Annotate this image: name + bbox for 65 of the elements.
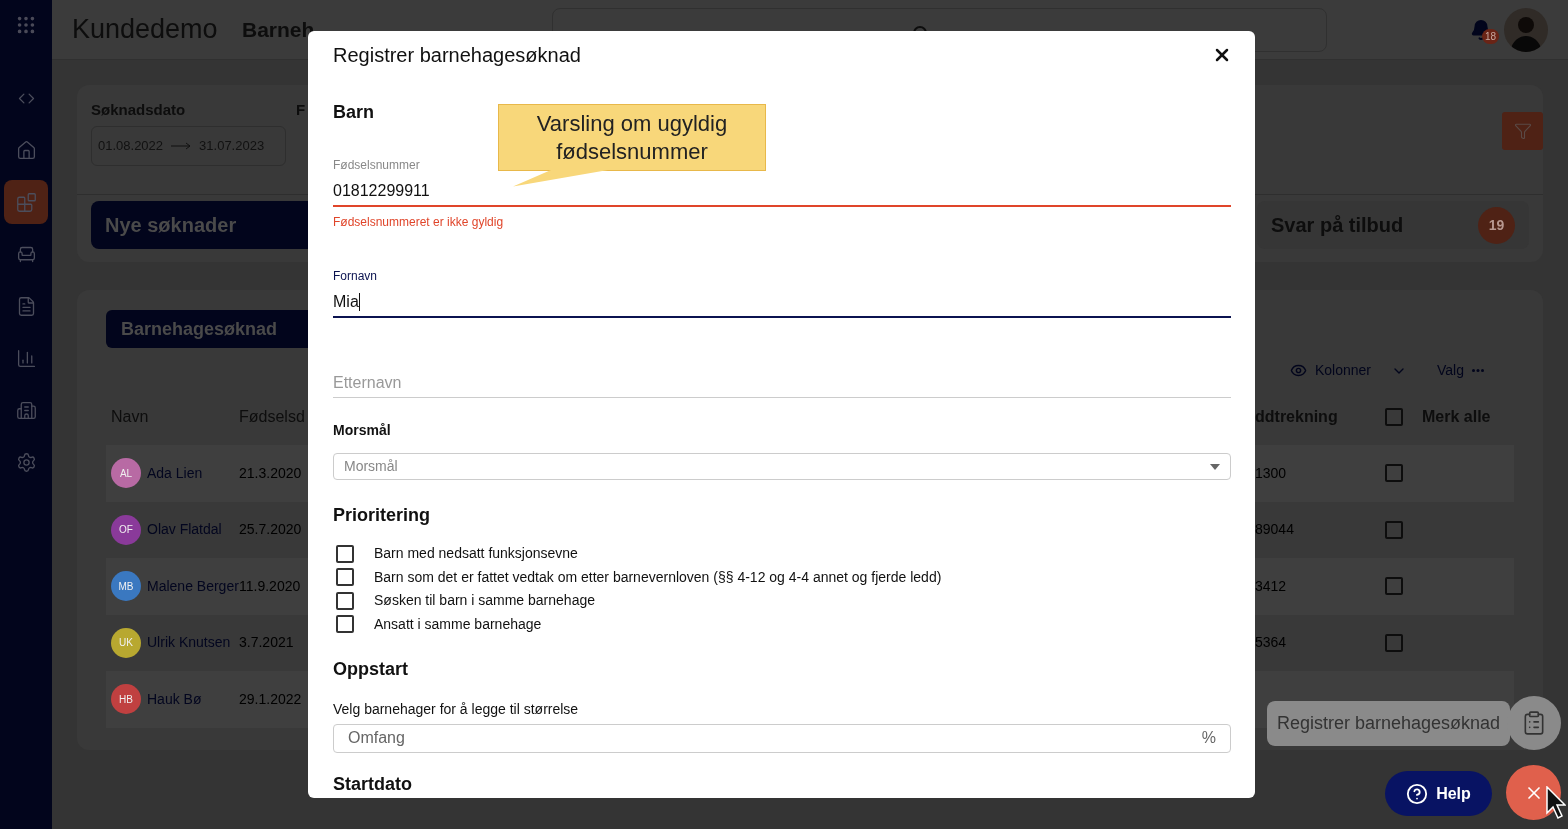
initials-avatar: OF	[111, 514, 141, 545]
checkbox-label: Barn med nedsatt funksjonsevne	[374, 544, 578, 564]
checkbox[interactable]	[1385, 633, 1403, 652]
field-label: Morsmål	[333, 421, 391, 441]
dialog-title: Registrer barnehagesøknad	[333, 43, 581, 69]
options-button[interactable]: Valg	[1437, 360, 1484, 381]
checkbox-label: Barn som det er fattet vedtak om etter barnevernloven (§§ 4-12 og 4-4 annet og fjerde ledd)	[374, 567, 942, 587]
settings-icon	[15, 451, 37, 473]
notification-count: 18	[1482, 28, 1500, 44]
table-cell: 89044	[1255, 521, 1294, 538]
action-tooltip: Registrer barnehagesøknad	[1267, 701, 1511, 746]
more-icon	[1472, 369, 1484, 372]
table-cell: 3412	[1255, 577, 1287, 594]
help-icon	[1406, 782, 1429, 805]
columns-button[interactable]: Kolonner	[1289, 360, 1407, 381]
search-icon	[912, 24, 927, 33]
initials-avatar: AL	[111, 458, 141, 489]
checkbox[interactable]	[336, 615, 354, 634]
bar-chart-icon	[15, 347, 37, 369]
section-heading: Barn	[333, 101, 374, 125]
count-badge: 19	[1478, 206, 1515, 244]
filter-icon	[1513, 122, 1532, 140]
help-button[interactable]: Help	[1385, 771, 1492, 816]
home-icon	[15, 139, 37, 161]
cursor-icon	[1546, 786, 1566, 820]
blocks-icon	[15, 191, 37, 213]
initials-avatar: UK	[111, 627, 141, 658]
language-select[interactable]: Morsmål	[333, 453, 1231, 480]
checkbox[interactable]	[1385, 408, 1403, 426]
checkbox[interactable]	[336, 568, 354, 587]
text-field[interactable]: Etternavn	[333, 348, 1231, 399]
checkbox[interactable]	[1385, 464, 1403, 483]
child-name-link[interactable]: Ada Lien	[147, 462, 203, 484]
user-avatar[interactable]	[1504, 8, 1548, 52]
checkbox-label: Søsken til barn i samme barnehage	[374, 591, 595, 611]
checkbox[interactable]	[336, 544, 354, 563]
section-heading: Oppstart	[333, 657, 408, 681]
scope-field[interactable]: Omfang %	[333, 723, 1231, 753]
eye-icon	[1289, 362, 1307, 379]
hint-text: Velg barnehager for å legge til størrelse	[333, 699, 579, 719]
table-cell: 1300	[1255, 464, 1287, 481]
initials-avatar: MB	[111, 571, 141, 602]
arrow-icon	[171, 141, 192, 150]
sidebar-item[interactable]	[4, 180, 48, 224]
table-cell: 5364	[1255, 634, 1287, 651]
checkbox[interactable]	[336, 591, 354, 610]
table-cell: 3.7.2021	[239, 634, 294, 651]
table-cell: 25.7.2020	[239, 521, 302, 538]
table-cell: 21.3.2020	[239, 464, 302, 481]
checkbox[interactable]	[1385, 577, 1403, 596]
building-icon	[15, 399, 37, 421]
section-heading: Prioritering	[333, 503, 430, 527]
checkbox-label: Ansatt i samme barnehage	[374, 614, 542, 634]
text-field[interactable]: Fornavn Mia	[333, 267, 1231, 319]
filter-button[interactable]	[1502, 112, 1543, 150]
table-cell: 11.9.2020	[239, 577, 301, 594]
register-application-button[interactable]	[1507, 696, 1561, 750]
table-cell: 29.1.2022	[239, 690, 302, 707]
child-name-link[interactable]: Malene Berger	[147, 575, 239, 597]
child-name-link[interactable]: Hauk Bø	[147, 688, 202, 710]
checkbox[interactable]	[1385, 520, 1403, 539]
dropdown-caret-icon	[1210, 463, 1220, 470]
app-grid-icon[interactable]	[15, 14, 37, 36]
section-heading: Startdato	[333, 773, 412, 796]
initials-avatar: HB	[111, 684, 141, 715]
